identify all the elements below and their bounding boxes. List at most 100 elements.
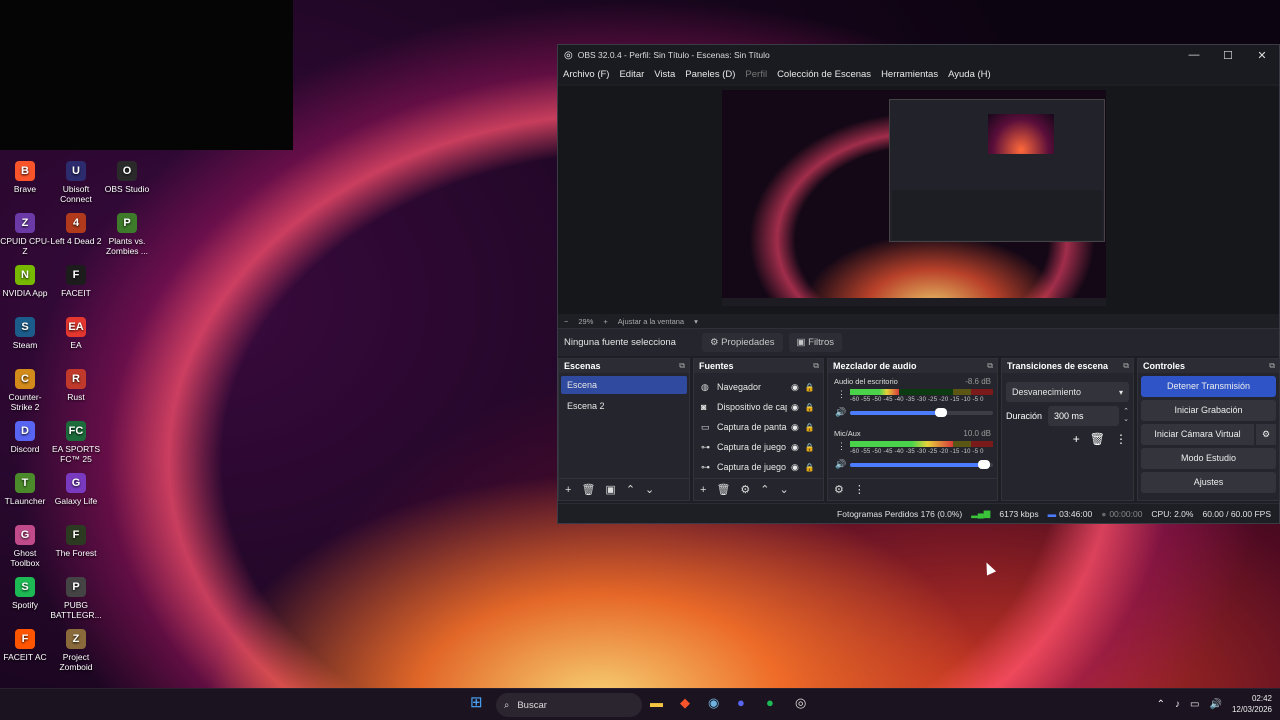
settings-button[interactable]: Ajustes	[1141, 472, 1276, 493]
lock-icon[interactable]: 🔒	[805, 443, 815, 452]
more-icon[interactable]: ⋮	[837, 441, 846, 452]
source-item[interactable]: ▭Captura de pantalla◉🔒	[694, 417, 823, 437]
eye-icon[interactable]: ◉	[791, 422, 799, 433]
volume-slider[interactable]	[850, 460, 993, 469]
desktop-icon[interactable]: P PUBG BATTLEGR...	[50, 577, 102, 620]
start-recording-button[interactable]: Iniciar Grabación	[1141, 400, 1276, 421]
zoom-in-button[interactable]: +	[603, 317, 607, 326]
menu-herramientas[interactable]: Herramientas	[881, 69, 938, 80]
network-icon[interactable]: ▭	[1190, 699, 1199, 710]
desktop-icon[interactable]: G Ghost Toolbox	[0, 525, 51, 568]
clock[interactable]: 02:42 12/03/2026	[1232, 693, 1272, 715]
desktop-icon[interactable]: D Discord	[0, 421, 51, 454]
add-icon[interactable]: +	[565, 484, 571, 496]
desktop-icon[interactable]: G Galaxy Life	[50, 473, 102, 506]
trash-icon[interactable]: 🗑	[581, 483, 595, 496]
desktop-icon[interactable]: P Plants vs. Zombies ...	[101, 213, 153, 256]
undock-icon[interactable]: ⧉	[679, 361, 685, 371]
menu-archivo[interactable]: Archivo (F)	[563, 69, 609, 80]
steam-icon[interactable]: ◉	[708, 695, 719, 711]
desktop-icon[interactable]: N NVIDIA App	[0, 265, 51, 298]
advanced-audio-icon[interactable]: ⚙	[834, 483, 844, 496]
menu-perfil[interactable]: Perfil	[745, 69, 767, 80]
lock-icon[interactable]: 🔒	[805, 383, 815, 392]
trash-icon[interactable]: 🗑	[716, 483, 730, 496]
windows-start-icon[interactable]: ⊞	[470, 693, 483, 711]
up-icon[interactable]: ⌃	[760, 483, 769, 496]
source-item[interactable]: ⊶ Captura de juego ◉ 🔒	[694, 437, 823, 457]
scene-item[interactable]: Escena	[561, 376, 687, 394]
microphone-icon[interactable]: ♪	[1175, 699, 1180, 710]
desktop-icon[interactable]: F The Forest	[50, 525, 102, 558]
down-icon[interactable]: ⌄	[645, 483, 654, 496]
eye-icon[interactable]: ◉	[791, 442, 799, 453]
gear-icon[interactable]: ⚙	[740, 483, 750, 496]
up-icon[interactable]: ⌃	[626, 483, 635, 496]
eye-icon[interactable]: ◉	[791, 462, 799, 473]
desktop-icon[interactable]: O OBS Studio	[101, 161, 153, 194]
virtual-camera-button[interactable]: Iniciar Cámara Virtual	[1141, 424, 1254, 445]
chevron-up-icon[interactable]: ⌃	[1157, 699, 1165, 710]
minimize-icon[interactable]: —	[1177, 49, 1211, 62]
filters-button[interactable]: ▣ Filtros	[788, 333, 843, 352]
more-icon[interactable]: ⋮	[854, 483, 865, 496]
desktop-icon[interactable]: S Steam	[0, 317, 51, 350]
lock-icon[interactable]: 🔒	[805, 403, 815, 412]
lock-icon[interactable]: 🔒	[805, 423, 815, 432]
desktop-icon[interactable]: EA EA	[50, 317, 102, 350]
eye-icon[interactable]: ◉	[791, 402, 799, 413]
add-icon[interactable]: +	[700, 484, 706, 496]
desktop-icon[interactable]: R Rust	[50, 369, 102, 402]
menu-vista[interactable]: Vista	[654, 69, 675, 80]
desktop-icon[interactable]: Z Project Zomboid	[50, 629, 102, 672]
desktop-icon[interactable]: F FACEIT	[50, 265, 102, 298]
maximize-icon[interactable]: ☐	[1211, 49, 1245, 62]
transition-select[interactable]: Desvanecimiento ▾	[1006, 382, 1129, 402]
more-icon[interactable]: ⋮	[1115, 432, 1127, 446]
duration-input[interactable]: 300 ms	[1048, 406, 1120, 426]
eye-icon[interactable]: ◉	[791, 382, 799, 393]
menu-ayuda[interactable]: Ayuda (H)	[948, 69, 991, 80]
more-icon[interactable]: ⋮	[837, 389, 846, 400]
desktop-icon[interactable]: T TLauncher	[0, 473, 51, 506]
zoom-out-button[interactable]: −	[564, 317, 568, 326]
speaker-icon[interactable]: 🔊	[835, 459, 846, 470]
volume-icon[interactable]: 🔊	[1210, 699, 1222, 710]
source-item[interactable]: ◙Dispositivo de captura◉🔒	[694, 397, 823, 417]
trash-icon[interactable]: 🗑	[1090, 432, 1105, 446]
spotify-icon[interactable]: ●	[766, 695, 774, 710]
undock-icon[interactable]: ⧉	[987, 361, 993, 371]
desktop-icon[interactable]: FC EA SPORTS FC™ 25	[50, 421, 102, 464]
speaker-icon[interactable]: 🔊	[835, 407, 846, 418]
menu-coleccion-escenas[interactable]: Colección de Escenas	[777, 69, 871, 80]
close-icon[interactable]: ✕	[1245, 49, 1279, 62]
desktop-icon[interactable]: Z CPUID CPU-Z	[0, 213, 51, 256]
stop-stream-button[interactable]: Detener Transmisión	[1141, 376, 1276, 397]
add-icon[interactable]: +	[1073, 432, 1080, 446]
desktop-icon[interactable]: U Ubisoft Connect	[50, 161, 102, 204]
desktop-icon[interactable]: B Brave	[0, 161, 51, 194]
undock-icon[interactable]: ⧉	[813, 361, 819, 371]
obs-icon[interactable]: ◎	[795, 695, 806, 711]
discord-icon[interactable]: ●	[737, 695, 745, 710]
preview-canvas[interactable]	[558, 86, 1279, 314]
properties-button[interactable]: ⚙ Propiedades	[702, 333, 783, 352]
down-icon[interactable]: ⌄	[780, 483, 789, 496]
duration-stepper[interactable]: ⌃ ⌄	[1123, 408, 1129, 424]
brave-icon[interactable]: ◆	[680, 695, 690, 711]
desktop-icon[interactable]: S Spotify	[0, 577, 51, 610]
volume-slider[interactable]	[850, 408, 993, 417]
file-explorer-icon[interactable]: ▬	[650, 695, 663, 710]
lock-icon[interactable]: 🔒	[805, 463, 815, 472]
source-item[interactable]: ◍ Navegador ◉ 🔒	[694, 377, 823, 397]
gear-icon[interactable]: ⚙	[1254, 424, 1276, 445]
desktop-icon[interactable]: 4 Left 4 Dead 2	[50, 213, 102, 246]
scene-filter-icon[interactable]: ▣	[605, 483, 615, 496]
desktop-icon[interactable]: C Counter-Strike 2	[0, 369, 51, 412]
desktop-icon[interactable]: F FACEIT AC	[0, 629, 51, 662]
search-box[interactable]: ⌕ Buscar	[496, 693, 642, 717]
menu-paneles[interactable]: Paneles (D)	[685, 69, 735, 80]
fit-window-button[interactable]: Ajustar a la ventana	[618, 317, 684, 326]
studio-mode-button[interactable]: Modo Estudio	[1141, 448, 1276, 469]
source-item[interactable]: ⊶ Captura de juego ◉ 🔒	[694, 457, 823, 477]
